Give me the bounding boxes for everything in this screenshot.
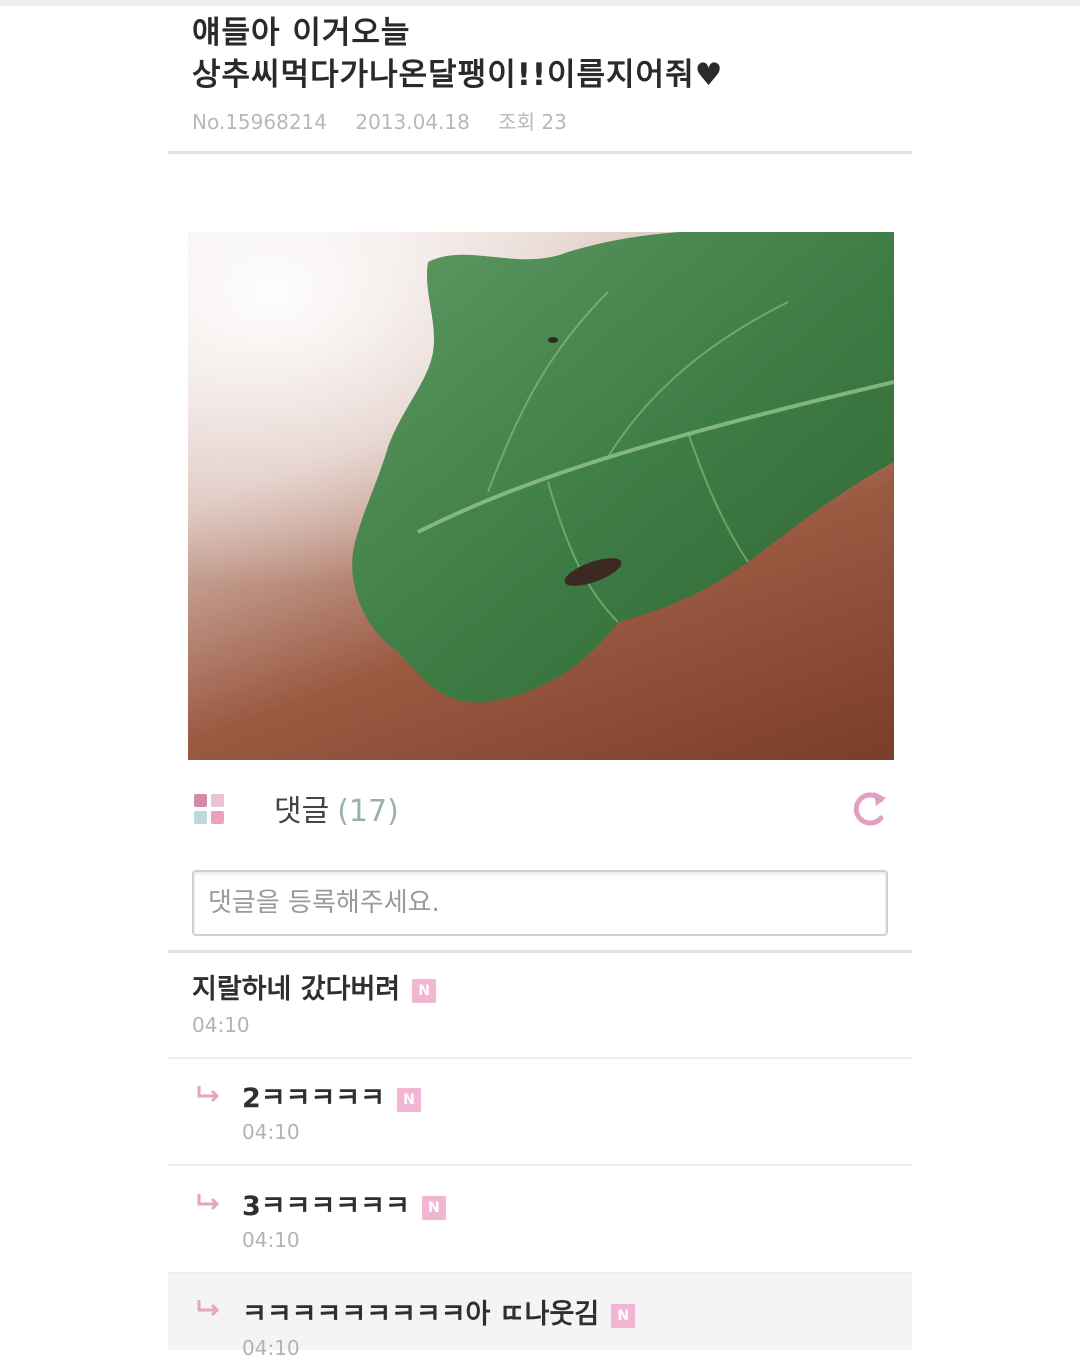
title-divider [168,151,912,154]
reply-time: 04:10 [242,1336,300,1360]
comments-label: 댓글 [274,794,330,829]
reply-text: 3ㅋㅋㅋㅋㅋㅋ [242,1191,410,1222]
new-badge: N [421,1195,446,1220]
reply-item: 3ㅋㅋㅋㅋㅋㅋ N 04:10 [168,1168,912,1272]
post-photo[interactable] [188,232,894,760]
post-meta: No.15968214 2013.04.18 조회 23 [192,106,589,135]
post-date: 2013.04.18 [355,110,470,134]
post-title: 얘들아 이거오늘 상추씨먹다가나온달팽이!!이름지어줘♥ [192,12,892,96]
comment-grid-icon [194,794,228,828]
comments-divider [168,950,912,953]
reply-arrow-icon [197,1194,220,1211]
comment-text: 지랄하네 갔다버려 [192,974,401,1005]
reply-time: 04:10 [242,1228,300,1252]
post-column: 얘들아 이거오늘 상추씨먹다가나온달팽이!!이름지어줘♥ No.15968214… [168,0,912,1360]
comment-input[interactable] [194,872,886,934]
new-badge: N [397,1087,421,1112]
reply-text-wrap: 2ㅋㅋㅋㅋㅋ N [242,1076,421,1115]
new-badge: N [412,978,437,1003]
reply-text-wrap: 3ㅋㅋㅋㅋㅋㅋ N [242,1184,446,1223]
post-number: No.15968214 [192,110,327,134]
comment-item: 지랄하네 갔다버려 N 04:10 [168,955,912,1055]
comments-count: (17) [337,794,399,829]
reply-arrow-icon [197,1300,220,1317]
comment-separator [168,1057,912,1059]
comment-time: 04:10 [192,1013,250,1037]
new-badge: N [611,1303,636,1328]
reply-arrow-icon [197,1086,220,1103]
comment-input-box[interactable] [192,870,888,936]
lettuce-leaf-photo [188,232,894,760]
post-views: 조회 23 [498,110,567,134]
comment-text-wrap: 지랄하네 갔다버려 N [192,967,437,1006]
reply-text: 2ㅋㅋㅋㅋㅋ [242,1083,385,1114]
reply-text-wrap: ㅋㅋㅋㅋㅋㅋㅋㅋㅋ아 ㄸ나웃김 N [242,1292,636,1331]
post-title-line1: 얘들아 이거오늘 [192,15,411,51]
reply-item: 2ㅋㅋㅋㅋㅋ N 04:10 [168,1060,912,1164]
comments-title: 댓글 (17) [274,786,399,830]
reply-text: ㅋㅋㅋㅋㅋㅋㅋㅋㅋ아 ㄸ나웃김 [242,1299,600,1330]
comments-header: 댓글 (17) [168,780,912,840]
reply-item: ㅋㅋㅋㅋㅋㅋㅋㅋㅋ아 ㄸ나웃김 N 04:10 [168,1274,912,1360]
refresh-icon[interactable] [848,786,892,830]
post-title-line2: 상추씨먹다가나온달팽이!!이름지어줘♥ [192,57,724,93]
comment-separator [168,1164,912,1166]
reply-time: 04:10 [242,1120,300,1144]
